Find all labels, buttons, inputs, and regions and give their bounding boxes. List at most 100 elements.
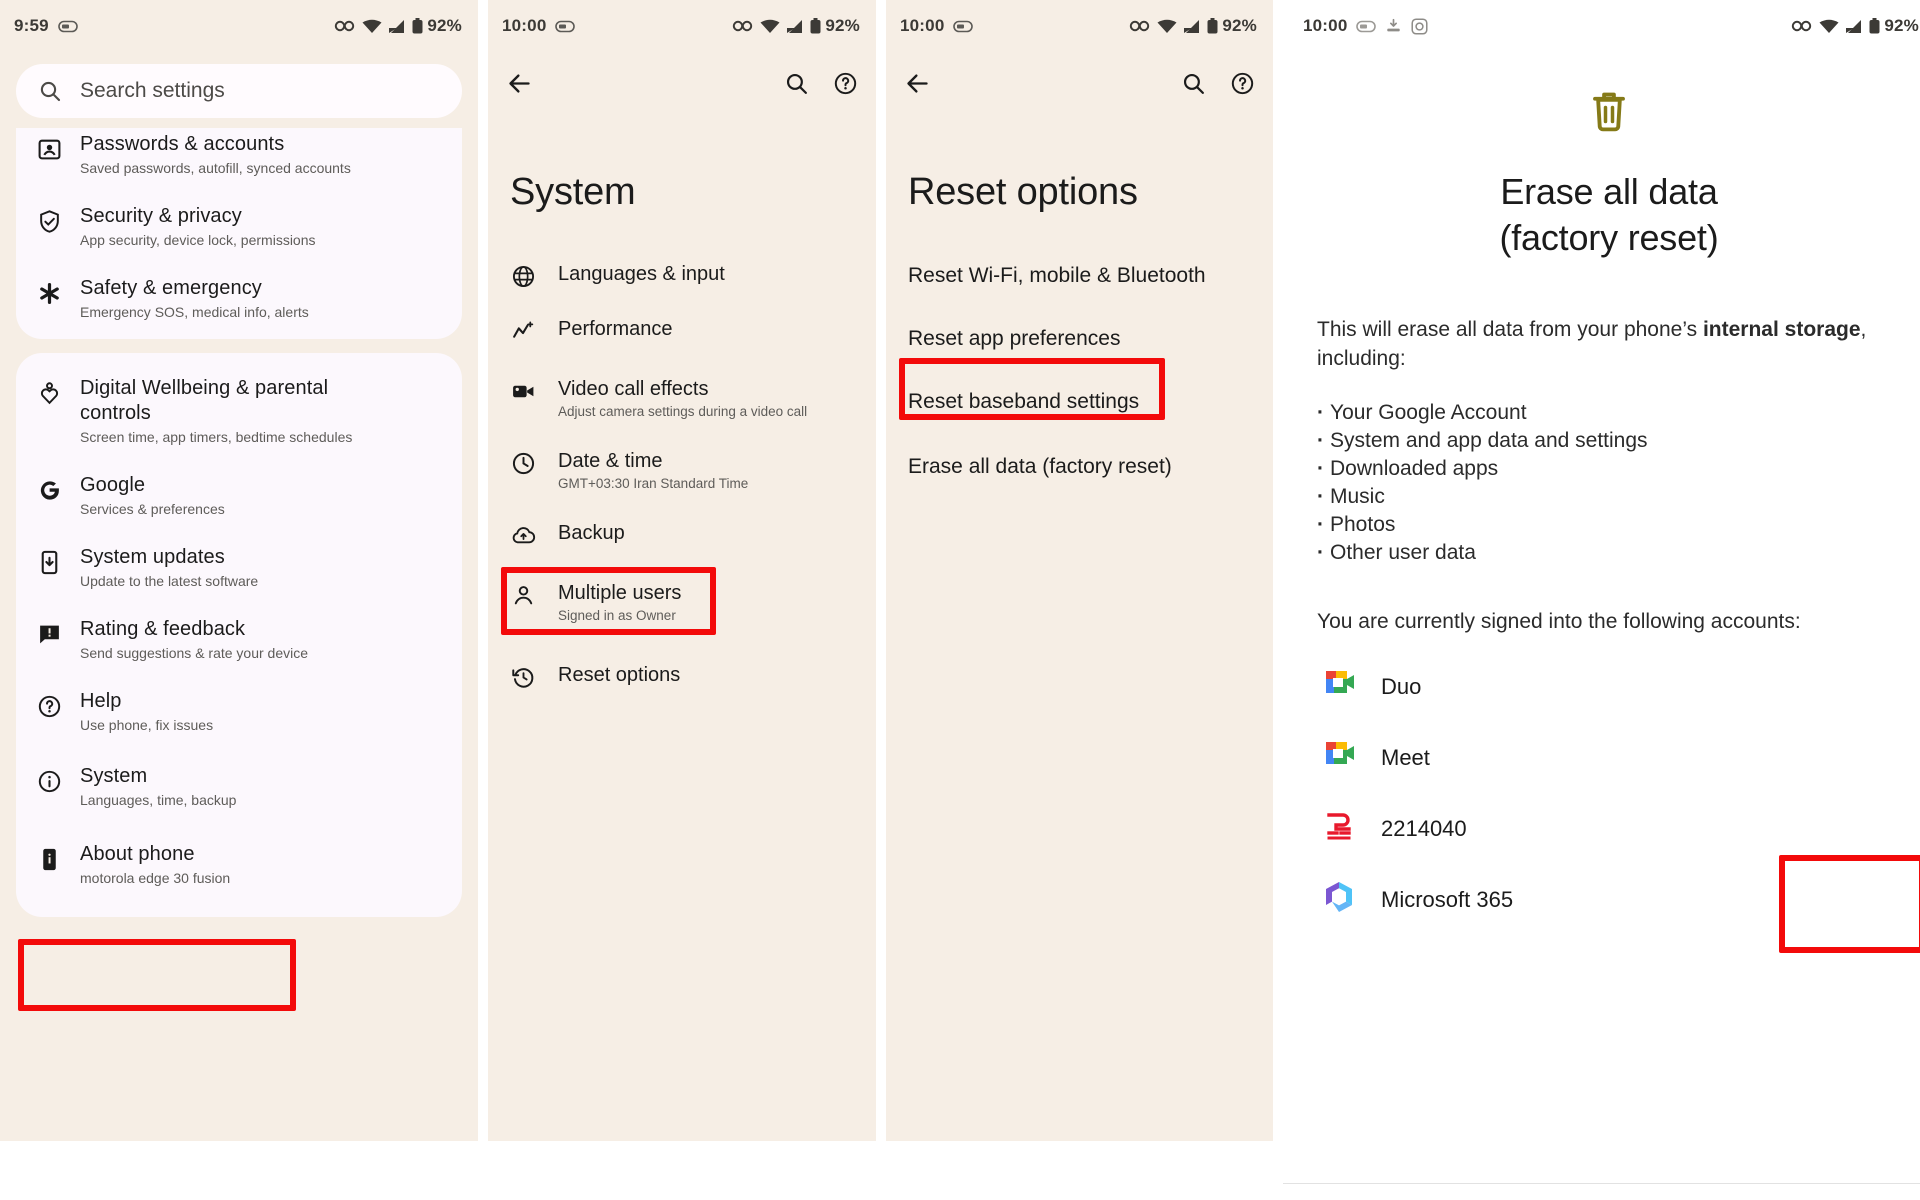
search-icon[interactable] <box>784 71 809 96</box>
list-item-date-time[interactable]: Date & time GMT+03:30 Iran Standard Time <box>488 432 876 504</box>
signal-icon <box>388 19 406 34</box>
screenshot-icon <box>1411 17 1429 35</box>
battery-icon <box>412 18 423 34</box>
item-subtitle: Services & preferences <box>80 501 225 517</box>
search-input[interactable]: Search settings <box>16 64 462 118</box>
settings-group-1: Passwords & accounts Saved passwords, au… <box>16 128 462 339</box>
battery-percent: 92% <box>427 16 462 35</box>
sidebar-item-passwords-accounts[interactable]: Passwords & accounts Saved passwords, au… <box>16 128 462 191</box>
help-icon[interactable] <box>1230 71 1255 96</box>
cloud-upload-icon <box>510 522 536 548</box>
item-title: System <box>80 765 148 787</box>
item-subtitle: Adjust camera settings during a video ca… <box>558 404 808 419</box>
list-item-performance[interactable]: Performance <box>488 300 876 360</box>
wifi-icon <box>1819 19 1839 34</box>
list-item-languages-input[interactable]: Languages & input <box>488 250 876 300</box>
vpn-icon <box>732 20 754 32</box>
settings-group-2: Digital Wellbeing & parental controls Sc… <box>16 353 462 917</box>
battery-icon <box>1207 18 1218 34</box>
back-arrow-icon[interactable] <box>506 70 533 97</box>
google-duo-icon <box>1321 666 1357 707</box>
search-placeholder: Search settings <box>80 79 225 102</box>
list-item-multiple-users[interactable]: Multiple users Signed in as Owner <box>488 564 876 636</box>
status-time: 10:00 <box>1303 16 1348 35</box>
item-title: System updates <box>80 546 225 568</box>
item-title: Video call effects <box>558 378 709 400</box>
microsoft-365-icon <box>1321 879 1357 920</box>
battery-icon <box>810 18 821 34</box>
panel-divider <box>478 0 483 1141</box>
list-item-reset-baseband-settings[interactable]: Reset baseband settings <box>886 368 1273 431</box>
page-title-line1: Erase all data <box>1500 171 1718 212</box>
alarm-icon <box>555 20 576 33</box>
phone-info-icon <box>34 844 64 874</box>
sidebar-item-system-updates[interactable]: System updates Update to the latest soft… <box>16 532 462 604</box>
battery-icon <box>1869 18 1880 34</box>
sidebar-item-google[interactable]: Google Services & preferences <box>16 460 462 532</box>
item-subtitle: GMT+03:30 Iran Standard Time <box>558 476 749 491</box>
video-camera-icon <box>510 378 536 404</box>
sidebar-item-digital-wellbeing[interactable]: Digital Wellbeing & parental controls Sc… <box>16 363 462 460</box>
list-item-account-microsoft-365: Microsoft 365 <box>1317 879 1901 920</box>
sidebar-item-system[interactable]: System Languages, time, backup <box>16 748 462 826</box>
battery-percent: 92% <box>1884 16 1919 35</box>
account-name: Meet <box>1381 744 1430 770</box>
item-subtitle: Send suggestions & rate your device <box>80 645 309 661</box>
item-title: Multiple users <box>558 582 682 604</box>
divider <box>1283 1183 1920 1184</box>
alarm-icon <box>1356 20 1377 33</box>
history-icon <box>510 664 536 690</box>
status-bar-1: 9:59 92% <box>0 0 478 52</box>
page-title: Reset options <box>908 171 1138 213</box>
feedback-icon <box>34 619 64 649</box>
list-item-backup[interactable]: Backup <box>488 504 876 564</box>
settings-screen: 9:59 92% Search settings Passwords & acc… <box>0 0 478 1141</box>
list-item-erase-all-data[interactable]: Erase all data (factory reset) <box>886 431 1273 496</box>
item-subtitle: Update to the latest software <box>80 573 259 589</box>
list-item-reset-app-preferences[interactable]: Reset app preferences <box>886 305 1273 368</box>
item-title: Digital Wellbeing & parental controls <box>80 377 329 424</box>
status-bar-4: 10:00 92% <box>1283 0 1920 52</box>
list-item: Photos <box>1317 511 1901 539</box>
sidebar-item-about-phone[interactable]: About phone motorola edge 30 fusion <box>16 826 462 901</box>
item-subtitle: Saved passwords, autofill, synced accoun… <box>80 160 351 176</box>
wifi-icon <box>362 19 382 34</box>
battery-percent: 92% <box>825 16 860 35</box>
sidebar-item-security-privacy[interactable]: Security & privacy App security, device … <box>16 191 462 263</box>
list-item: Other user data <box>1317 539 1901 567</box>
account-name: Microsoft 365 <box>1381 886 1514 912</box>
system-update-icon <box>34 547 64 577</box>
info-icon <box>34 766 64 796</box>
list-item-account-meet: Meet <box>1317 737 1901 778</box>
help-icon[interactable] <box>833 71 858 96</box>
trash-icon <box>1588 88 1630 139</box>
erase-all-data-screen: 10:00 92% Erase all data (factory reset)… <box>1283 0 1920 1200</box>
google-meet-icon <box>1321 737 1357 778</box>
item-title: Security & privacy <box>80 205 242 227</box>
reset-options-list: Reset Wi-Fi, mobile & Bluetooth Reset ap… <box>886 246 1273 496</box>
page-title: Erase all data (factory reset) <box>1317 169 1901 261</box>
shaparak-icon <box>1321 808 1357 849</box>
search-icon[interactable] <box>1181 71 1206 96</box>
item-title: Passwords & accounts <box>80 133 285 155</box>
list-item-reset-wifi-mobile-bluetooth[interactable]: Reset Wi-Fi, mobile & Bluetooth <box>886 246 1273 305</box>
status-bar-2: 10:00 92% <box>488 0 876 52</box>
erase-bullet-list: Your Google Account System and app data … <box>1317 399 1901 567</box>
highlight-box-system <box>18 939 296 1011</box>
sidebar-item-rating-feedback[interactable]: Rating & feedback Send suggestions & rat… <box>16 604 462 676</box>
app-bar-system <box>488 52 876 114</box>
status-time: 10:00 <box>900 16 945 35</box>
reset-options-screen: 10:00 92% Reset options Reset Wi-Fi, mob… <box>886 0 1273 1141</box>
signal-icon <box>1183 19 1201 34</box>
sidebar-item-safety-emergency[interactable]: Safety & emergency Emergency SOS, medica… <box>16 263 462 335</box>
download-icon <box>1385 18 1402 34</box>
accounts-lead: You are currently signed into the follow… <box>1317 610 1801 633</box>
list-item-reset-options[interactable]: Reset options <box>488 636 876 716</box>
sidebar-item-help[interactable]: Help Use phone, fix issues <box>16 676 462 748</box>
system-screen: 10:00 92% System Languages & input Perfo… <box>488 0 876 1141</box>
back-arrow-icon[interactable] <box>904 70 931 97</box>
screenshot-sequence: 9:59 92% Search settings Passwords & acc… <box>0 0 1920 1200</box>
item-subtitle: Languages, time, backup <box>80 792 237 808</box>
wellbeing-icon <box>34 378 64 408</box>
list-item-video-call-effects[interactable]: Video call effects Adjust camera setting… <box>488 360 876 432</box>
